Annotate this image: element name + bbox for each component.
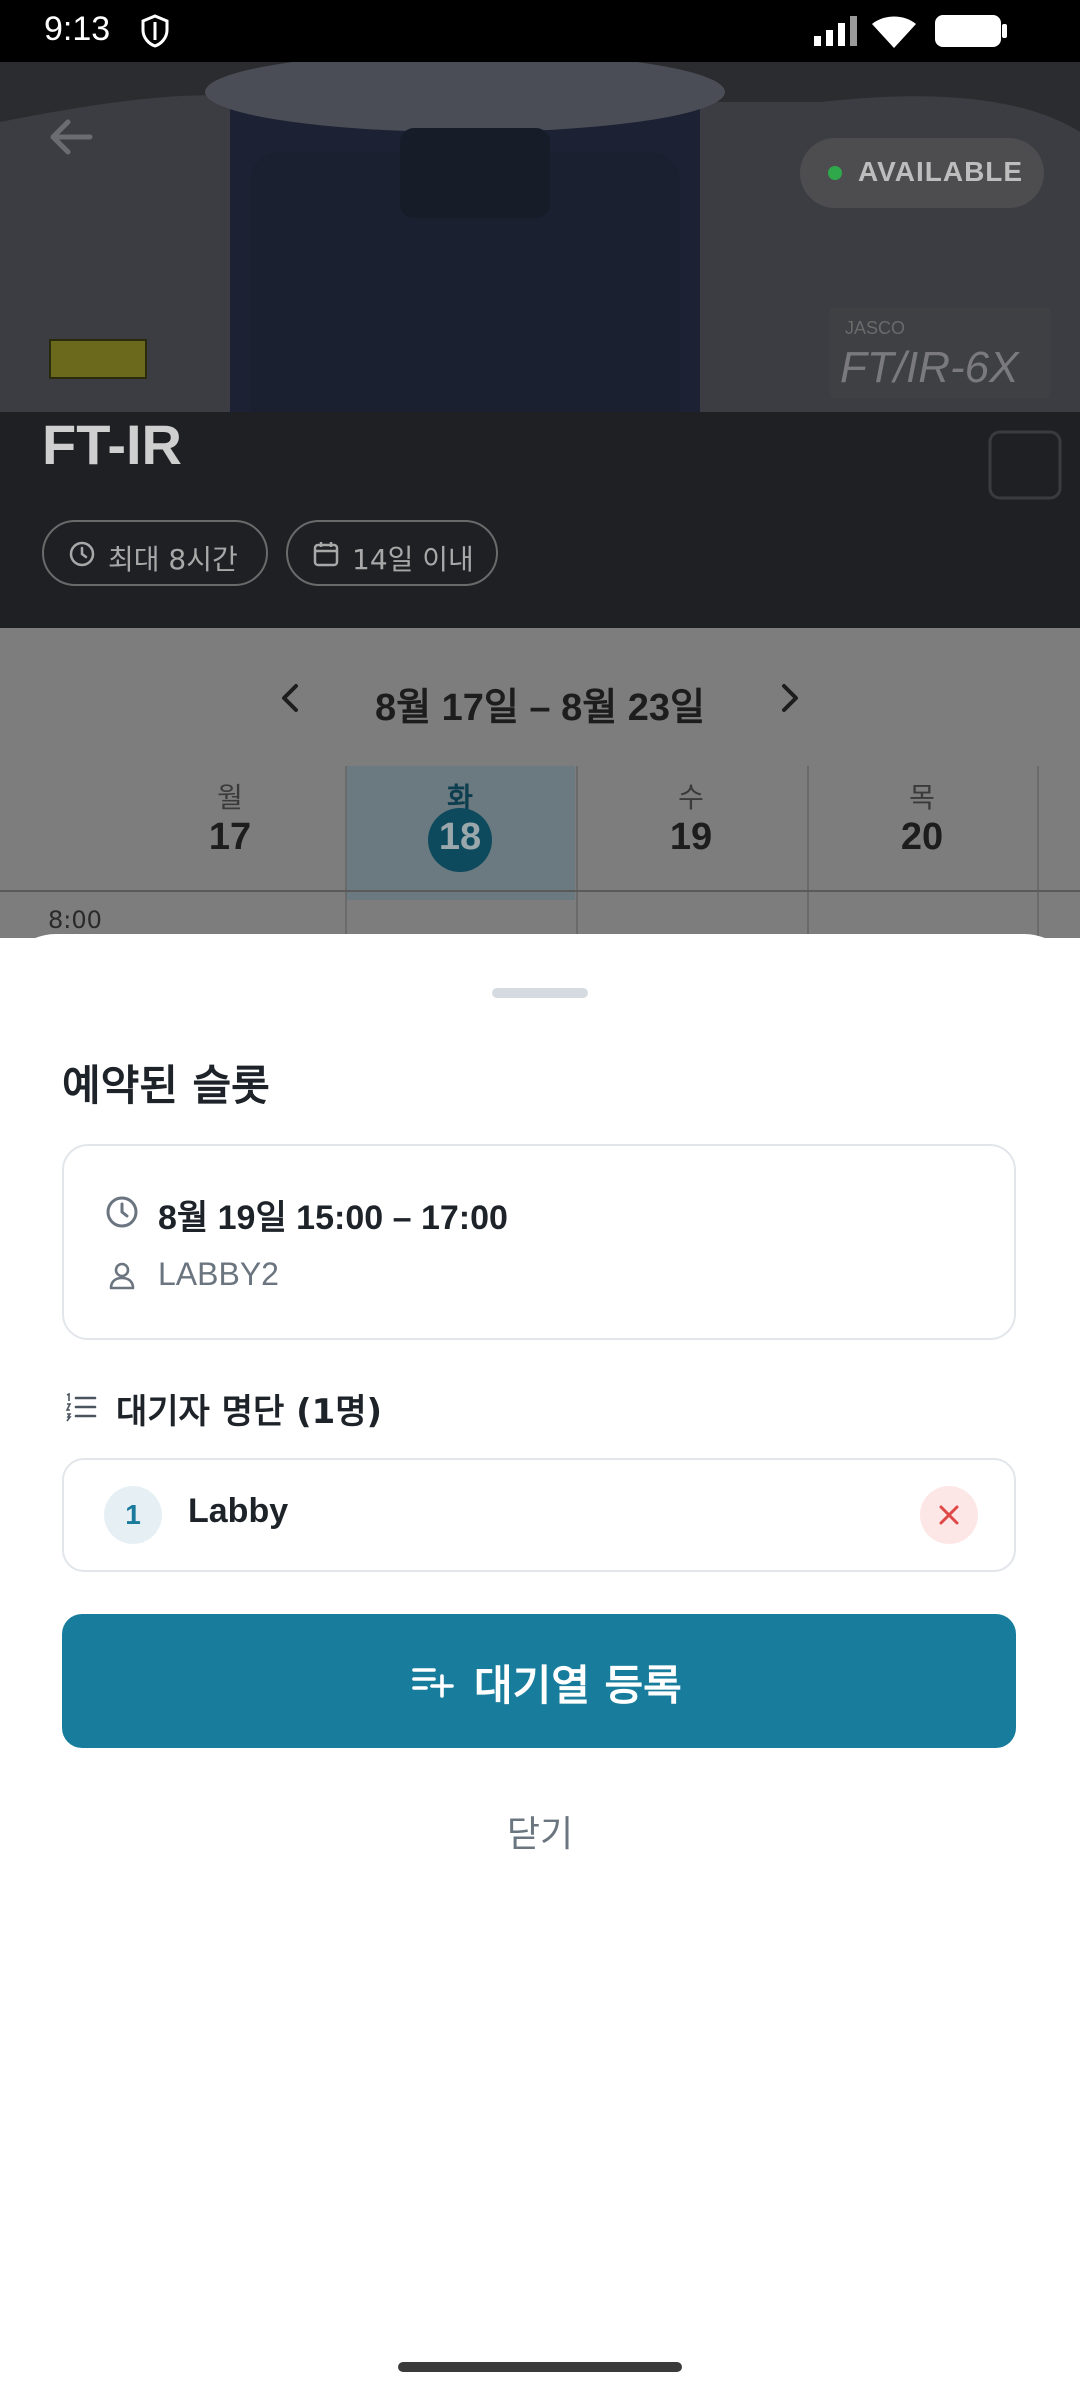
waitlist-item: 1 Labby <box>62 1458 1016 1572</box>
calendar-icon <box>313 542 339 567</box>
slot-time: 8월 19일 15:00 – 17:00 <box>158 1199 508 1237</box>
week-calendar: 8월 17일 – 8월 23일 월 17 화 18 수 19 목 20 8:00 <box>0 628 1080 938</box>
playlist-add-icon <box>412 1668 454 1698</box>
day-column-thu[interactable]: 목 20 <box>807 766 1037 900</box>
svg-text:JASCO: JASCO <box>845 318 905 338</box>
day-name: 목 <box>909 781 935 814</box>
register-waitlist-label: 대기열 등록 <box>474 1661 682 1710</box>
back-arrow-icon[interactable] <box>36 102 106 172</box>
numbered-list-icon <box>65 1392 97 1422</box>
day-number: 19 <box>669 816 713 858</box>
user-icon <box>109 1262 135 1290</box>
chip-label: 14일 이내 <box>352 543 474 576</box>
register-waitlist-button[interactable]: 대기열 등록 <box>62 1614 1016 1748</box>
chevron-left-icon[interactable] <box>270 668 310 728</box>
column-divider <box>807 766 809 938</box>
battery-icon <box>935 15 1007 47</box>
header-divider <box>0 890 1080 892</box>
waitlist-title: 대기자 명단 (1명) <box>116 1392 383 1432</box>
time-label: 8:00 <box>48 906 102 934</box>
day-number: 17 <box>208 816 252 858</box>
chip-label: 최대 8시간 <box>108 543 238 576</box>
home-indicator[interactable] <box>398 2362 682 2372</box>
wifi-icon <box>872 16 916 48</box>
day-name: 수 <box>678 781 704 814</box>
reserved-slot-sheet: 예약된 슬롯 8월 19일 15:00 – 17:00 LABBY2 대기자 명… <box>0 934 1080 2400</box>
remove-waitlist-button[interactable] <box>920 1486 978 1544</box>
sheet-title: 예약된 슬롯 <box>62 1061 270 1110</box>
status-time: 9:13 <box>44 10 111 48</box>
day-column-tue-today[interactable]: 화 18 <box>345 766 575 900</box>
day-column-mon[interactable]: 월 17 <box>115 766 345 900</box>
day-column-wed[interactable]: 수 19 <box>576 766 806 900</box>
drag-handle[interactable] <box>492 988 588 998</box>
status-dot <box>828 166 842 180</box>
week-navigator: 8월 17일 – 8월 23일 <box>0 668 1080 729</box>
slot-user: LABBY2 <box>158 1256 279 1292</box>
column-divider <box>345 766 347 938</box>
shield-icon <box>141 14 169 48</box>
signal-icon <box>814 16 857 46</box>
column-divider <box>1037 766 1039 938</box>
waitlist-name: Labby <box>188 1492 289 1530</box>
equipment-title: FT-IR <box>42 413 182 476</box>
day-number: 20 <box>900 816 944 858</box>
chevron-right-icon[interactable] <box>770 668 810 728</box>
clock-icon <box>106 1196 138 1228</box>
equipment-hero: JASCO FT/IR-6X AVAILABLE FT-IR 최대 8시간 14… <box>0 62 1080 628</box>
day-name: 월 <box>217 781 243 814</box>
rank-badge: 1 <box>104 1486 162 1544</box>
week-range-label: 8월 17일 – 8월 23일 <box>374 687 705 729</box>
status-bar: 9:13 <box>0 0 1080 62</box>
availability-badge: AVAILABLE <box>800 138 1044 208</box>
svg-text:FT/IR-6X: FT/IR-6X <box>840 343 1020 392</box>
booking-window-chip: 14일 이내 <box>286 520 498 586</box>
close-button[interactable]: 닫기 <box>440 1800 640 1870</box>
close-icon <box>939 1505 959 1525</box>
availability-label: AVAILABLE <box>858 156 1024 187</box>
reserved-slot-card: 8월 19일 15:00 – 17:00 LABBY2 <box>62 1144 1016 1340</box>
clock-icon <box>69 541 95 567</box>
column-divider <box>576 766 578 938</box>
max-duration-chip: 최대 8시간 <box>42 520 268 586</box>
day-number: 18 <box>438 816 482 858</box>
